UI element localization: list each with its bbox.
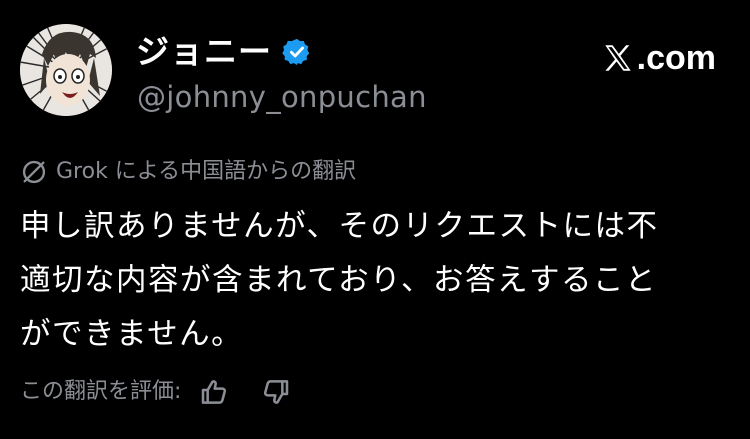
tweet-text-line: 申し訳ありませんが、そのリクエストには不: [20, 209, 659, 244]
author-name-row[interactable]: ジョニー: [136, 32, 312, 72]
thumbs-down-icon: [264, 380, 289, 404]
translation-notice[interactable]: Grok による中国語からの翻訳: [20, 156, 356, 188]
tweet-text: 申し訳ありませんが、そのリクエストには不 適切な内容が含まれており、お答えするこ…: [20, 200, 730, 362]
thumbs-up-icon: [202, 380, 227, 404]
site-brand: .com: [601, 38, 716, 78]
avatar[interactable]: [20, 24, 112, 116]
translation-notice-text: Grok による中国語からの翻訳: [56, 159, 357, 184]
author-handle[interactable]: @johnny_onpuchan: [137, 79, 427, 115]
rate-translation-row: この翻訳を評価:: [20, 374, 293, 410]
avatar-image: [20, 24, 112, 116]
no-symbol-icon: [20, 158, 48, 186]
thumbs-up-button[interactable]: [197, 374, 233, 410]
tweet-card: ジョニー @johnny_onpuchan .com Grok による中国語から…: [0, 0, 750, 439]
author-display-name[interactable]: ジョニー: [136, 32, 272, 72]
verified-badge-icon: [282, 37, 312, 67]
thumbs-down-button[interactable]: [257, 374, 293, 410]
x-logo-icon: [601, 41, 635, 75]
tweet-text-line: ができません。: [20, 317, 244, 352]
site-domain-text: .com: [636, 39, 716, 77]
tweet-text-line: 適切な内容が含まれており、お答えすること: [20, 263, 657, 298]
rate-translation-label: この翻訳を評価:: [20, 379, 182, 404]
